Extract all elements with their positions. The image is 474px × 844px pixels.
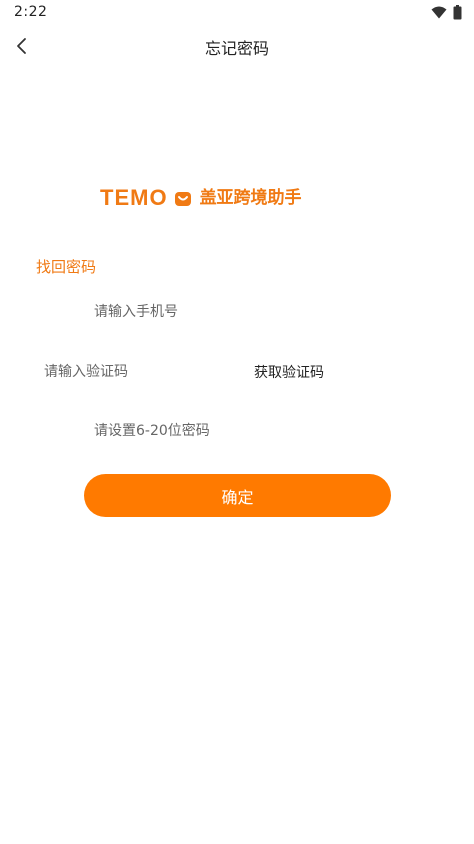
status-time: 2:22 (14, 4, 48, 20)
logo-brand: TEMO (100, 185, 168, 210)
status-bar: 2:22 (0, 0, 474, 24)
page-title: 忘记密码 (204, 39, 269, 58)
battery-icon (453, 5, 462, 20)
confirm-button[interactable]: 确定 (84, 474, 391, 517)
shopping-bag-icon (174, 192, 191, 206)
app-bar: 忘记密码 (0, 24, 474, 68)
app-logo: TEMO 盖亚跨境助手 (100, 185, 302, 211)
logo-name: 盖亚跨境助手 (199, 188, 302, 208)
get-code-button[interactable]: 获取验证码 (254, 362, 324, 382)
section-title: 找回密码 (36, 258, 97, 276)
verification-code-input[interactable] (44, 362, 234, 382)
status-icons (431, 5, 462, 20)
phone-input[interactable] (94, 302, 394, 322)
password-input[interactable] (94, 421, 394, 441)
wifi-icon (431, 6, 447, 19)
